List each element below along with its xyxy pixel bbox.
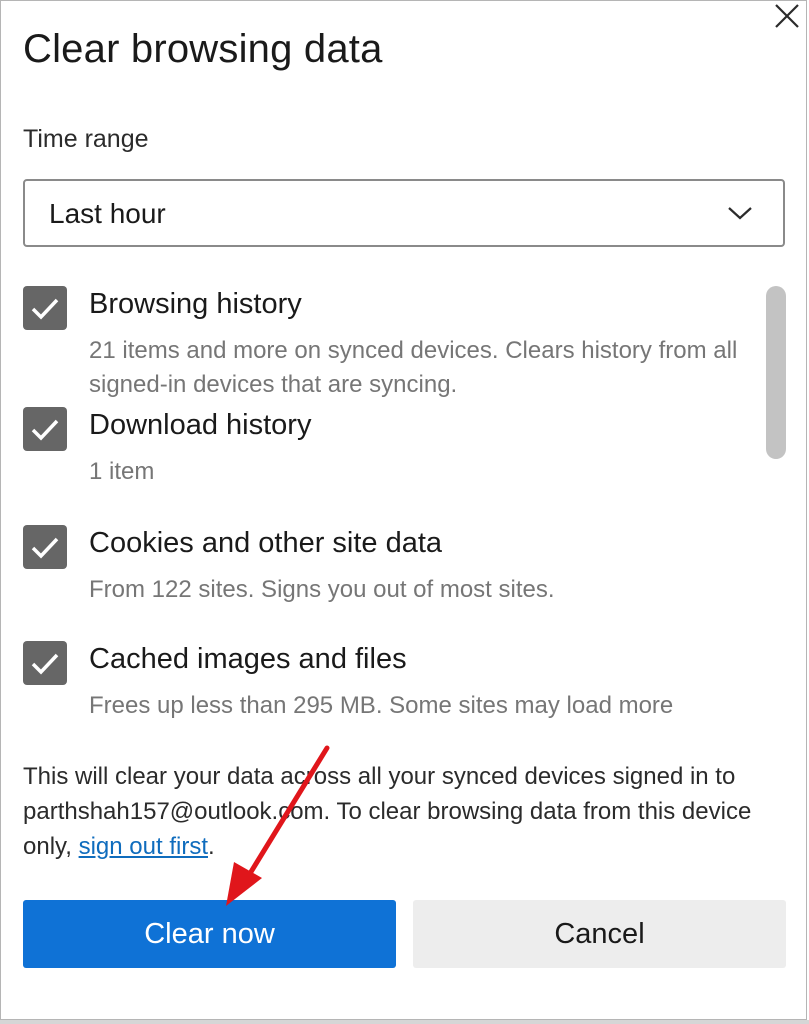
checkmark-icon [31,537,59,559]
dialog-title: Clear browsing data [23,27,383,71]
sync-notice-end: . [207,833,215,860]
browsing-history-checkbox[interactable] [23,286,67,330]
clear-now-button[interactable]: Clear now [23,900,396,968]
cookies-description: From 122 sites. Signs you out of most si… [89,576,555,603]
download-history-label: Download history [89,409,312,441]
checkmark-icon [31,298,59,320]
time-range-label: Time range [23,125,149,153]
time-range-select[interactable]: Last hour [23,179,785,247]
close-icon [775,4,799,28]
cookies-checkbox[interactable] [23,525,67,569]
sync-notice: This will clear your data across all you… [23,759,793,864]
chevron-down-icon [728,207,752,220]
sign-out-link[interactable]: sign out first [79,833,208,860]
checkmark-icon [31,653,59,675]
cookies-label: Cookies and other site data [89,527,443,559]
options-scrollbar[interactable] [766,286,786,459]
browsing-history-label: Browsing history [89,288,302,320]
time-range-value: Last hour [49,198,166,229]
cached-images-label: Cached images and files [89,643,407,675]
browsing-history-description: 21 items and more on synced devices. Cle… [89,337,738,398]
cached-images-checkbox[interactable] [23,641,67,685]
close-button[interactable] [772,1,802,31]
cached-images-description: Frees up less than 295 MB. Some sites ma… [89,692,674,719]
cancel-button[interactable]: Cancel [413,900,786,968]
download-history-checkbox[interactable] [23,407,67,451]
window-bottom-edge [0,1020,809,1024]
download-history-description: 1 item [89,458,155,485]
checkmark-icon [31,419,59,441]
clear-browsing-data-dialog: Clear browsing data Time range Last hour… [0,0,807,1020]
